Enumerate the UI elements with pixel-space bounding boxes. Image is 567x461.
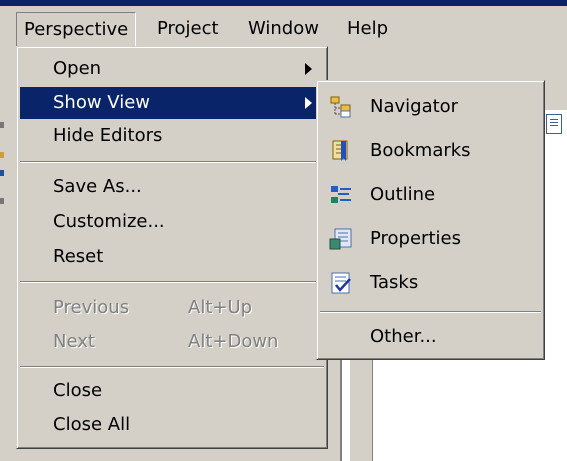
chevron-right-icon <box>305 97 312 109</box>
bookmarks-icon <box>332 140 348 161</box>
submenu-item-bookmarks[interactable]: Bookmarks <box>320 129 541 173</box>
background-toolbar-edge <box>0 122 4 212</box>
document-icon <box>546 114 562 134</box>
outline-icon <box>331 186 351 203</box>
submenu-item-label: Properties <box>370 228 461 249</box>
menu-item-previous[interactable]: Previous Alt+Up <box>20 292 324 324</box>
perspective-menu: Open Show View Hide Editors Save As... C… <box>16 46 328 449</box>
menu-item-label: Reset <box>53 246 104 267</box>
menu-item-show-view[interactable]: Show View <box>20 87 324 119</box>
menu-perspective[interactable]: Perspective <box>16 12 137 47</box>
menu-item-label: Open <box>53 58 102 79</box>
menu-separator <box>20 161 324 163</box>
submenu-item-other[interactable]: Other... <box>320 315 541 359</box>
menu-separator <box>320 311 541 313</box>
menu-item-label: Hide Editors <box>53 125 163 146</box>
menu-item-shortcut: Alt+Down <box>188 331 279 352</box>
submenu-item-label: Other... <box>370 326 437 347</box>
submenu-item-outline[interactable]: Outline <box>320 173 541 217</box>
menu-item-label: Close <box>53 380 103 401</box>
menu-item-label: Previous <box>53 297 130 318</box>
menu-item-shortcut: Alt+Up <box>188 297 253 318</box>
submenu-item-label: Navigator <box>370 96 459 117</box>
submenu-item-label: Outline <box>370 184 436 205</box>
menu-item-save-as[interactable]: Save As... <box>20 171 324 203</box>
menu-bar: Perspective Project Window Help <box>0 6 567 47</box>
tasks-icon <box>331 272 351 294</box>
submenu-item-navigator[interactable]: Navigator <box>320 85 541 129</box>
properties-icon <box>329 228 352 250</box>
chevron-right-icon <box>305 63 312 75</box>
menu-project[interactable]: Project <box>150 12 226 46</box>
menu-help[interactable]: Help <box>340 12 395 46</box>
menu-window[interactable]: Window <box>241 12 326 46</box>
submenu-item-label: Tasks <box>370 272 419 293</box>
menu-item-next[interactable]: Next Alt+Down <box>20 326 324 358</box>
menu-item-hide-editors[interactable]: Hide Editors <box>20 120 324 152</box>
navigator-icon <box>330 96 351 118</box>
menu-item-label: Show View <box>53 92 151 113</box>
menu-item-label: Next <box>53 331 95 352</box>
menu-item-label: Save As... <box>53 176 142 197</box>
menu-item-customize[interactable]: Customize... <box>20 206 324 238</box>
menu-item-close-all[interactable]: Close All <box>20 409 324 441</box>
menu-item-label: Close All <box>53 414 131 435</box>
menu-item-reset[interactable]: Reset <box>20 241 324 273</box>
show-view-submenu: Navigator Bookmarks Outline Properties T… <box>316 80 545 360</box>
submenu-item-properties[interactable]: Properties <box>320 217 541 261</box>
menu-separator <box>20 366 324 368</box>
submenu-item-tasks[interactable]: Tasks <box>320 261 541 305</box>
menu-item-label: Customize... <box>53 211 165 232</box>
menu-item-close[interactable]: Close <box>20 375 324 407</box>
menu-separator <box>20 281 324 283</box>
submenu-item-label: Bookmarks <box>370 140 471 161</box>
menu-item-open[interactable]: Open <box>20 53 324 85</box>
